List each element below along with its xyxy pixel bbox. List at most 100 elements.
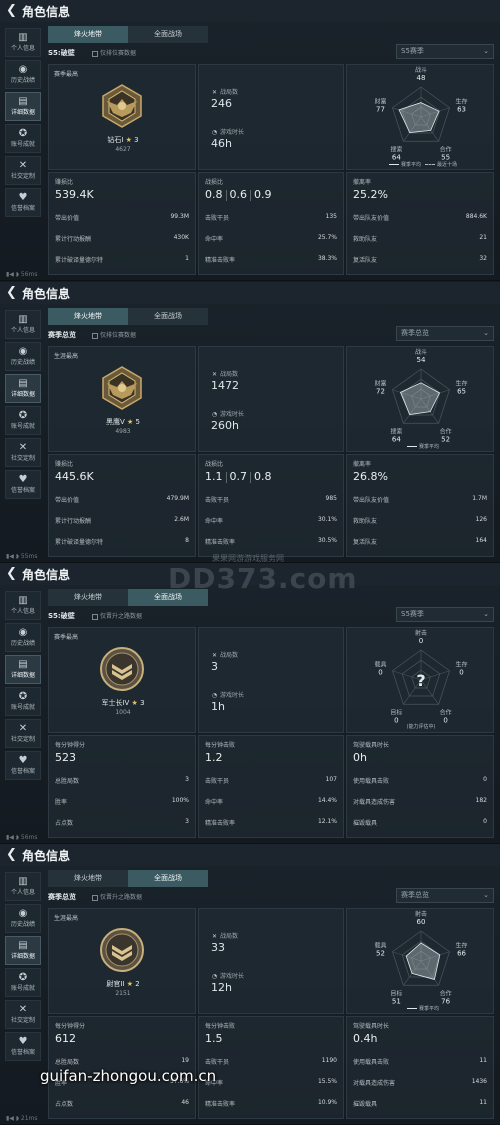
radar-value-label: 66 — [457, 950, 466, 958]
chevron-down-icon: ⌄ — [483, 47, 489, 55]
stat-row-label: 带出队友价值 — [353, 215, 390, 222]
stat-row: 复活队友 164 — [353, 537, 487, 546]
stat-row-value: 25.7% — [317, 234, 337, 241]
tab-total-war[interactable]: 全面战场 — [128, 26, 208, 43]
radar-axis-label: 生存 — [456, 380, 468, 388]
sidebar-item[interactable]: ✕ 社交定制 — [5, 719, 41, 748]
sidebar-item[interactable]: ▥ 个人信息 — [5, 28, 41, 57]
sidebar-item[interactable]: ◉ 历史战绩 — [5, 60, 41, 89]
sidebar-item[interactable]: ▤ 详细数据 — [5, 936, 41, 965]
sidebar-item-label: 账号成就 — [10, 141, 35, 148]
stat-row-value: 0 — [483, 776, 487, 783]
filter-checkbox[interactable]: 仅晋升之路数据 — [92, 611, 142, 620]
sidebar-item-label: 个人信息 — [10, 327, 35, 334]
checkbox-icon[interactable] — [92, 332, 98, 339]
rank-card: 赛季最高 钻石I ★ 3 4627 — [48, 64, 196, 170]
sidebar-item[interactable]: ▥ 个人信息 — [5, 591, 41, 620]
chevron-down-icon: ⌄ — [483, 329, 489, 337]
radar-axis-label: 财富 — [374, 380, 386, 388]
sidebar-item[interactable]: ✪ 账号成就 — [5, 406, 41, 435]
sidebar-item[interactable]: ◉ 历史战绩 — [5, 623, 41, 652]
stat-row-value: 0 — [483, 818, 487, 825]
tab-total-war[interactable]: 全面战场 — [128, 308, 208, 325]
legend-solid-swatch — [388, 164, 399, 165]
stat-row-value: 11 — [479, 1099, 487, 1106]
social-icon: ✕ — [18, 442, 28, 453]
sidebar-item[interactable]: ▥ 个人信息 — [5, 872, 41, 901]
rank-card: 生涯最高 尉官II ★ 2 2151 — [48, 908, 196, 1014]
stat-row-label: 命中率 — [205, 236, 224, 243]
stat-row: 救助队友 21 — [353, 234, 487, 243]
season-dropdown[interactable]: 赛季总览 ⌄ — [396, 888, 494, 903]
sidebar-item[interactable]: ▤ 详细数据 — [5, 92, 41, 121]
checkbox-icon[interactable] — [92, 50, 98, 57]
stat-row: 击败干员 985 — [205, 495, 337, 504]
sidebar-item[interactable]: ✕ 社交定制 — [5, 1000, 41, 1029]
sidebar-item[interactable]: ♥ 信誉档案 — [5, 188, 41, 217]
sidebar-item[interactable]: ◉ 历史战绩 — [5, 904, 41, 933]
back-chevron-icon[interactable]: ❮ — [6, 566, 17, 581]
season-dropdown[interactable]: S5赛季 ⌄ — [396, 44, 494, 59]
sidebar-item[interactable]: ✪ 账号成就 — [5, 124, 41, 153]
stat-row-label: 精准击败率 — [205, 820, 236, 827]
stat-row-value: 182 — [475, 797, 487, 804]
season-dropdown[interactable]: 赛季总览 ⌄ — [396, 326, 494, 341]
sidebar-item[interactable]: ✪ 账号成就 — [5, 687, 41, 716]
checkbox-icon[interactable] — [92, 613, 98, 620]
radar-card: 射击 60 生存 66 合作 76 目标 51 载具 52 赛季平均 — [346, 908, 494, 1014]
matches-label-row: ✕ 战局数 — [211, 931, 238, 940]
stat-row-value: 14.4% — [317, 797, 337, 804]
tab-beacon-zone[interactable]: 烽火地带 — [48, 308, 128, 325]
sidebar-item[interactable]: ◉ 历史战绩 — [5, 342, 41, 371]
history-icon: ◉ — [18, 64, 28, 75]
sidebar-item[interactable]: ♥ 信誉档案 — [5, 1032, 41, 1061]
s1-card: 赚损比 539.4K 带出价值 99.3M 累计行动报酬 430K 累计破译量德尔特 1 — [48, 172, 196, 275]
checkbox-icon[interactable] — [92, 894, 98, 901]
sidebar-item[interactable]: ▤ 详细数据 — [5, 655, 41, 684]
s3-label: 驾驶载具时长 — [353, 742, 390, 749]
tab-beacon-zone[interactable]: 烽火地带 — [48, 26, 128, 43]
tab-beacon-zone[interactable]: 烽火地带 — [48, 589, 128, 606]
sidebar-item[interactable]: ♥ 信誉档案 — [5, 751, 41, 780]
s1-label: 每分钟得分 — [55, 1023, 86, 1030]
season-dropdown[interactable]: S5赛季 ⌄ — [396, 607, 494, 622]
kda-divider — [250, 471, 251, 483]
back-chevron-icon[interactable]: ❮ — [6, 847, 17, 862]
radar-value-label: 0 — [378, 669, 382, 677]
stat-row: 使用载具击败 0 — [353, 776, 487, 785]
tab-total-war[interactable]: 全面战场 — [128, 589, 208, 606]
stat-row-value: 884.6K — [465, 213, 487, 220]
legend-season-avg: 赛季平均 — [400, 162, 421, 168]
sidebar-item[interactable]: ✪ 账号成就 — [5, 968, 41, 997]
playtime-value: 46h — [211, 137, 232, 150]
sidebar-item-label: 个人信息 — [10, 45, 35, 52]
back-chevron-icon[interactable]: ❮ — [6, 3, 17, 18]
sidebar-item[interactable]: ✕ 社交定制 — [5, 438, 41, 467]
s1-card: 每分钟得分 523 总胜局数 3 胜率 100% 占点数 3 — [48, 735, 196, 838]
sidebar-item[interactable]: ♥ 信誉档案 — [5, 470, 41, 499]
radar-axis-label: 目标 — [390, 989, 402, 997]
sidebar-item[interactable]: ✕ 社交定制 — [5, 156, 41, 185]
filter-checkbox[interactable]: 仅排位赛数据 — [92, 48, 136, 57]
match-card: ✕ 战局数 33 ◔ 游戏时长 12h — [198, 908, 344, 1014]
tab-beacon-zone[interactable]: 烽火地带 — [48, 870, 128, 887]
matches-label: 战局数 — [220, 371, 239, 378]
s1-value: 445.6K — [55, 470, 94, 483]
sidebar-item-label: 信誉档案 — [10, 487, 35, 494]
stat-row-label: 累计破译量德尔特 — [55, 257, 104, 264]
stat-row-value: 11 — [479, 1057, 487, 1064]
stat-row-value: 2.6M — [174, 516, 189, 523]
playtime-label-row: ◔ 游戏时长 — [211, 127, 244, 136]
page-title: 角色信息 — [22, 287, 71, 301]
sidebar-item[interactable]: ▤ 详细数据 — [5, 374, 41, 403]
back-chevron-icon[interactable]: ❮ — [6, 285, 17, 300]
stat-row-label: 击败干员 — [205, 778, 230, 785]
sidebar-item[interactable]: ▥ 个人信息 — [5, 310, 41, 339]
profile-icon: ▥ — [18, 314, 28, 325]
filter-checkbox[interactable]: 仅排位赛数据 — [92, 330, 136, 339]
sidebar-item-label: 账号成就 — [10, 704, 35, 711]
tab-total-war[interactable]: 全面战场 — [128, 870, 208, 887]
filter-checkbox[interactable]: 仅晋升之路数据 — [92, 892, 142, 901]
data-icon: ▤ — [18, 378, 28, 389]
top-bar: ❮ 角色信息 — [0, 0, 500, 22]
